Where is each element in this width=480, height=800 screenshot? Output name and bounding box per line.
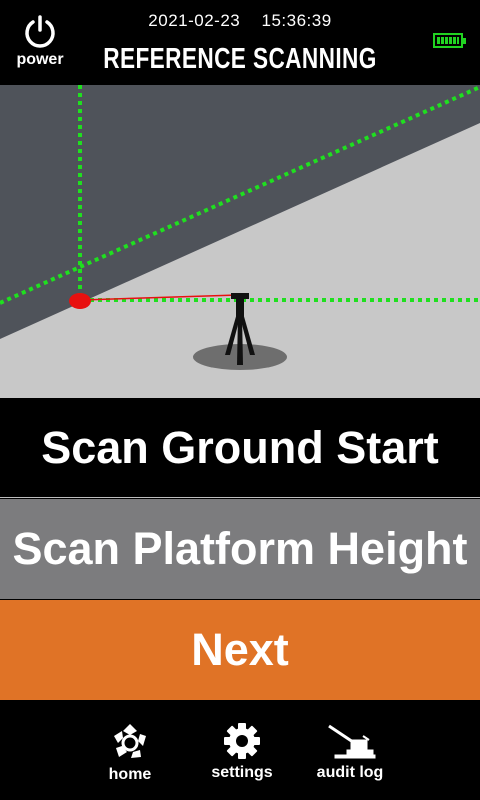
nav-home-label: home [108, 766, 152, 783]
date-text: 2021-02-23 [148, 11, 241, 30]
bottom-nav: home settings audit log [0, 700, 480, 800]
next-button[interactable]: Next [0, 600, 480, 700]
scan-ground-start-button[interactable]: Scan Ground Start [0, 398, 480, 498]
battery-level [437, 37, 459, 44]
datetime: 2021-02-23 15:36:39 [0, 11, 480, 31]
time-text: 15:36:39 [261, 11, 332, 30]
scan-scene [0, 85, 480, 398]
page-title: REFERENCE SCANNING [103, 43, 377, 75]
battery-icon [433, 33, 466, 48]
nav-home[interactable]: home [85, 722, 175, 784]
header-bar: power 2021-02-23 15:36:39 REFERENCE SCAN… [0, 0, 480, 85]
home-icon [114, 724, 146, 758]
ground-marker [69, 293, 91, 309]
gear-icon [224, 723, 260, 759]
scan-platform-height-button[interactable]: Scan Platform Height [0, 499, 480, 599]
nav-audit-log-label: audit log [316, 764, 384, 781]
audit-log-icon [328, 724, 376, 759]
nav-settings-label: settings [211, 764, 273, 781]
nav-audit-log[interactable]: audit log [305, 722, 395, 782]
nav-settings[interactable]: settings [197, 722, 287, 782]
